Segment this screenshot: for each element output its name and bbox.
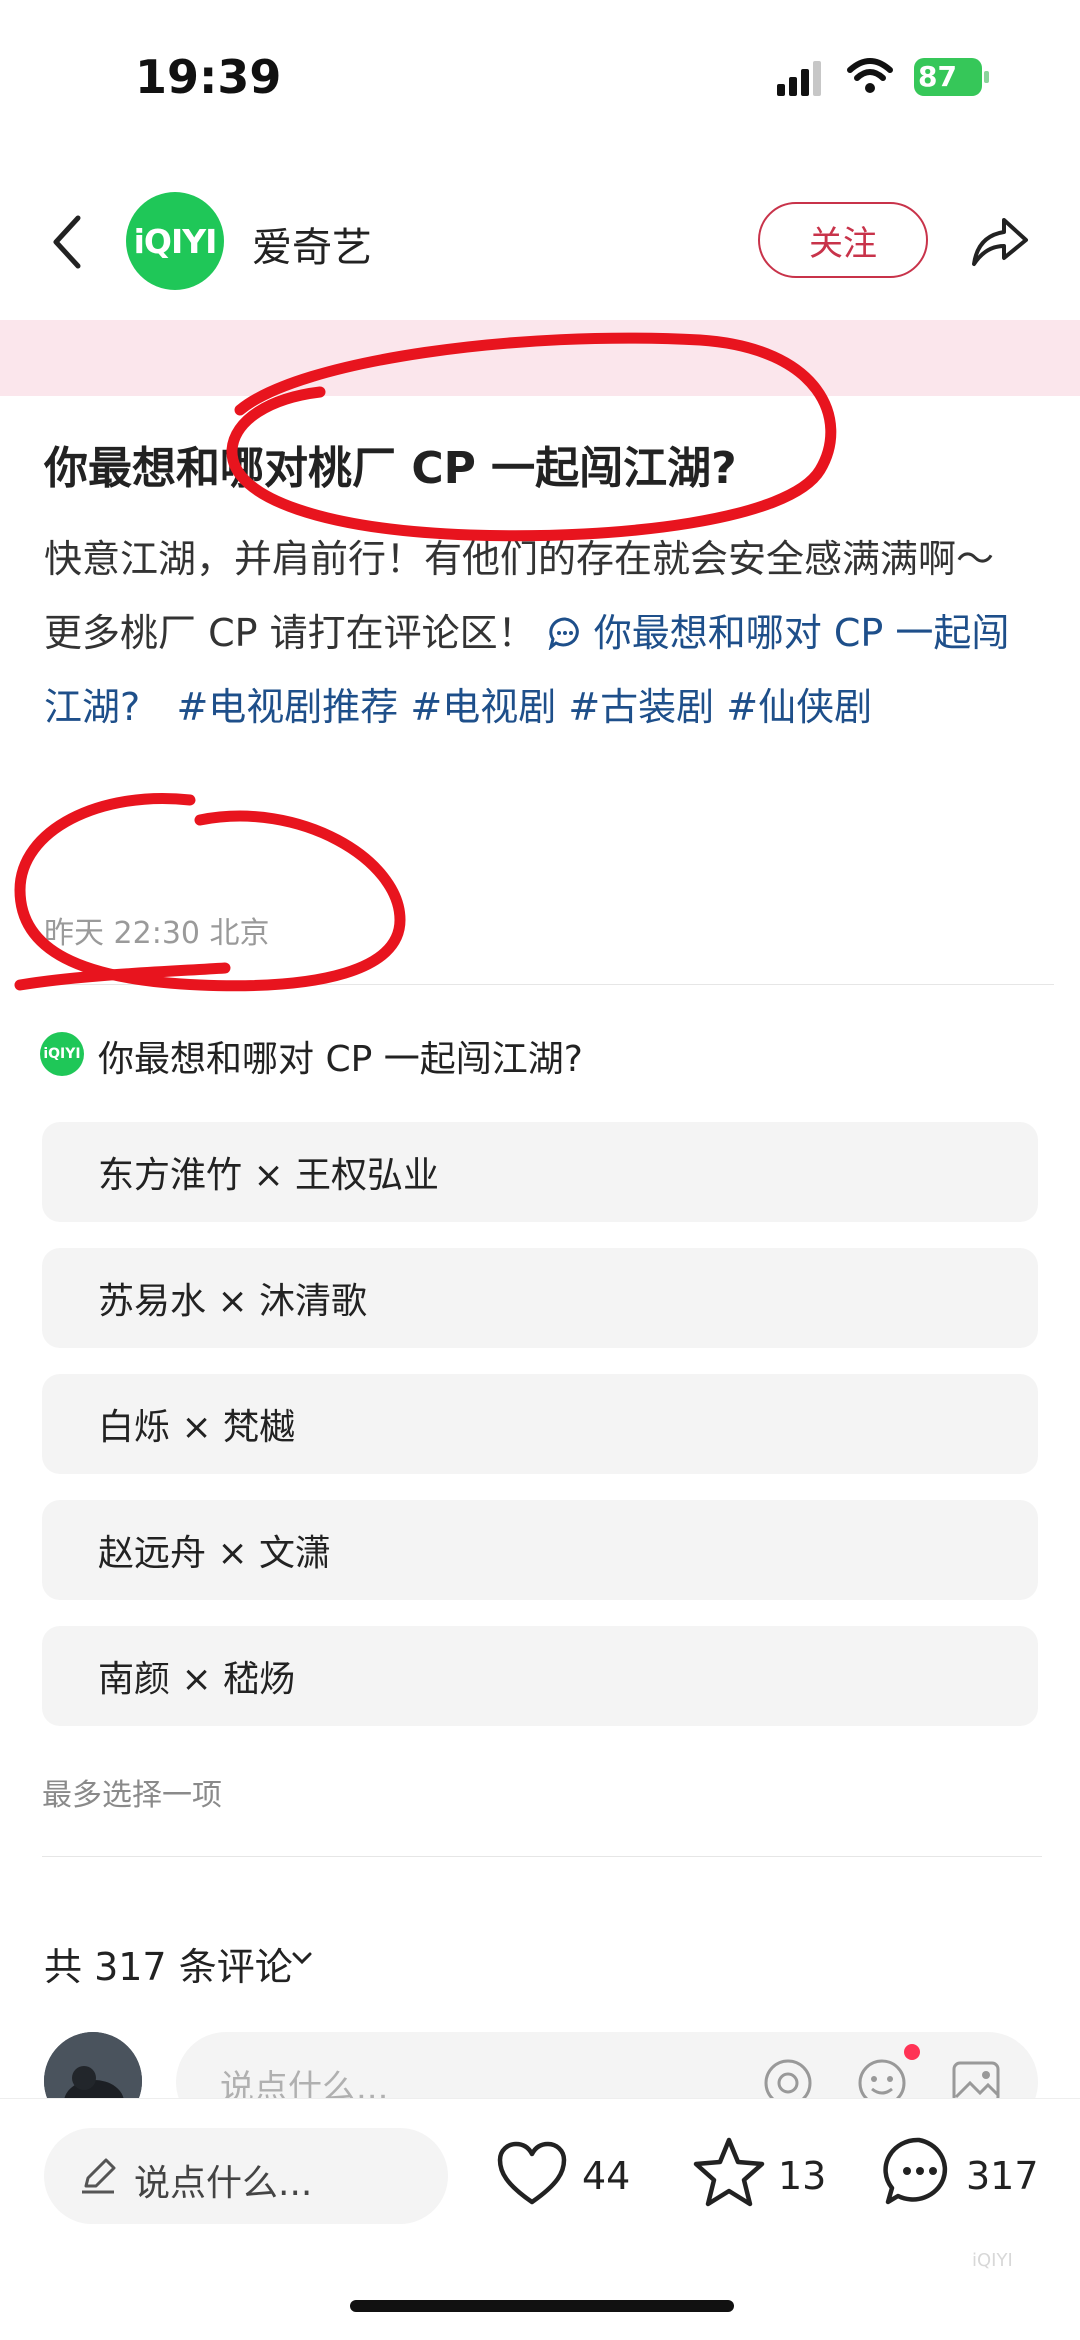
vote-option[interactable]: 赵远舟 × 文潇 xyxy=(42,1500,1038,1600)
hashtag[interactable]: #电视剧 xyxy=(410,685,556,729)
bottom-input-placeholder: 说点什么... xyxy=(134,2163,313,2204)
hashtag[interactable]: #仙侠剧 xyxy=(726,685,872,729)
banner-strip xyxy=(0,320,1080,396)
notification-dot xyxy=(904,2044,920,2060)
post-body-line1: 快意江湖，并肩前行！有他们的存在就会安全感满满啊～ xyxy=(44,537,995,581)
post-body-line2: 更多桃厂 CP 请打在评论区！ xyxy=(44,611,536,655)
watermark: iQIYI xyxy=(972,2250,1013,2271)
vote-option[interactable]: 东方淮竹 × 王权弘业 xyxy=(42,1122,1038,1222)
annotation-circle-timestamp xyxy=(14,793,406,992)
vote-hint: 最多选择一项 xyxy=(42,1778,222,1813)
chevron-down-icon[interactable] xyxy=(290,1946,314,1970)
vote-title: 你最想和哪对 CP 一起闯江湖? xyxy=(98,1039,583,1080)
comment-count-sort[interactable]: 共 317 条评论 xyxy=(44,1936,293,1991)
like-count: 44 xyxy=(582,2154,631,2198)
account-name[interactable]: 爱奇艺 xyxy=(252,215,372,273)
battery-icon: 87 xyxy=(914,58,990,96)
divider xyxy=(44,984,1054,985)
comment-icon[interactable] xyxy=(882,2136,956,2208)
comment-count: 317 xyxy=(966,2154,1039,2198)
post-timestamp: 昨天 22:30 北京 xyxy=(44,916,270,951)
account-avatar[interactable]: iQIYI xyxy=(126,192,224,290)
cellular-signal-icon xyxy=(777,61,821,96)
hashtag[interactable]: #电视剧推荐 xyxy=(176,685,398,729)
status-time: 19:39 xyxy=(135,50,282,104)
vote-option[interactable]: 白烁 × 梵樾 xyxy=(42,1374,1038,1474)
home-indicator[interactable] xyxy=(350,2300,734,2312)
star-icon[interactable] xyxy=(692,2136,766,2208)
wifi-icon xyxy=(847,58,893,93)
post-body: 快意江湖，并肩前行！有他们的存在就会安全感满满啊～ 更多桃厂 CP 请打在评论区… xyxy=(44,522,1044,744)
topic-chat-icon xyxy=(548,617,579,651)
follow-button[interactable]: 关注 xyxy=(758,202,928,278)
favorite-count: 13 xyxy=(778,2154,827,2198)
share-icon[interactable] xyxy=(968,212,1032,270)
hashtag[interactable]: #古装剧 xyxy=(568,685,714,729)
heart-icon[interactable] xyxy=(496,2140,568,2208)
vote-option[interactable]: 苏易水 × 沐清歌 xyxy=(42,1248,1038,1348)
vote-logo: iQIYI xyxy=(40,1032,84,1076)
divider xyxy=(42,1856,1042,1857)
pencil-icon xyxy=(82,2158,116,2194)
annotation-tail xyxy=(14,962,231,991)
battery-percentage: 87 xyxy=(918,60,957,93)
vote-option[interactable]: 南颜 × 嵇炀 xyxy=(42,1626,1038,1726)
back-icon[interactable] xyxy=(48,212,88,272)
post-title: 你最想和哪对桃厂 CP 一起闯江湖? xyxy=(44,443,737,494)
